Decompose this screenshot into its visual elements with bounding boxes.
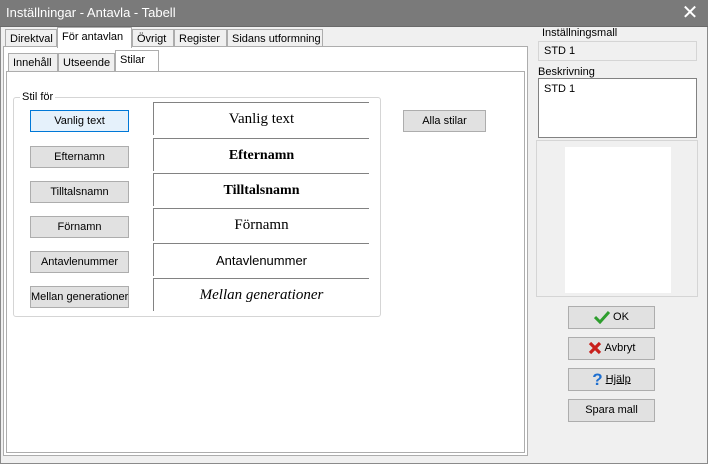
style-preview-mellan-generationer: Mellan generationer	[153, 278, 369, 311]
description-value: STD 1	[544, 83, 576, 95]
help-button[interactable]: ? Hjälp	[568, 368, 655, 391]
template-value: STD 1	[544, 45, 576, 57]
style-preview-efternamn: Efternamn	[153, 138, 369, 171]
preview-area	[536, 140, 698, 297]
subtab-utseende[interactable]: Utseende	[58, 53, 115, 72]
window-title: Inställningar - Antavla - Tabell	[6, 5, 176, 20]
save-template-button[interactable]: Spara mall	[568, 399, 655, 422]
style-preview-antavlenummer: Antavlenummer	[153, 243, 369, 276]
style-button-fornamn[interactable]: Förnamn	[30, 216, 129, 238]
subtab-stilar[interactable]: Stilar	[115, 50, 159, 71]
style-button-tilltalsnamn[interactable]: Tilltalsnamn	[30, 181, 129, 203]
style-button-antavlenummer[interactable]: Antavlenummer	[30, 251, 129, 273]
template-field[interactable]: STD 1	[538, 41, 697, 61]
tab-for-antavlan[interactable]: För antavlan	[57, 27, 132, 48]
description-field[interactable]: STD 1	[538, 78, 697, 138]
page-preview	[565, 147, 671, 293]
style-preview-tilltalsnamn: Tilltalsnamn	[153, 173, 369, 206]
style-button-vanlig-text[interactable]: Vanlig text	[30, 110, 129, 132]
close-icon[interactable]: ✕	[672, 0, 708, 26]
ok-button[interactable]: OK	[568, 306, 655, 329]
all-styles-button[interactable]: Alla stilar	[403, 110, 486, 132]
styles-group-label: Stil för	[20, 91, 56, 103]
help-label: Hjälp	[605, 373, 631, 386]
style-preview-fornamn: Förnamn	[153, 208, 369, 241]
cancel-button[interactable]: Avbryt	[568, 337, 655, 360]
ok-label: OK	[613, 311, 629, 323]
check-icon	[594, 311, 611, 325]
description-label: Beskrivning	[538, 66, 595, 78]
subtab-innehall[interactable]: Innehåll	[8, 53, 58, 72]
cancel-label: Avbryt	[604, 342, 636, 354]
title-bar: Inställningar - Antavla - Tabell ✕	[0, 0, 708, 27]
style-button-mellan-generationer[interactable]: Mellan generationer	[30, 286, 129, 308]
style-preview-vanlig-text: Vanlig text	[153, 102, 369, 135]
style-button-efternamn[interactable]: Efternamn	[30, 146, 129, 168]
template-label: Inställningsmall	[542, 27, 618, 39]
cross-icon	[588, 341, 601, 355]
question-icon: ?	[592, 370, 603, 389]
